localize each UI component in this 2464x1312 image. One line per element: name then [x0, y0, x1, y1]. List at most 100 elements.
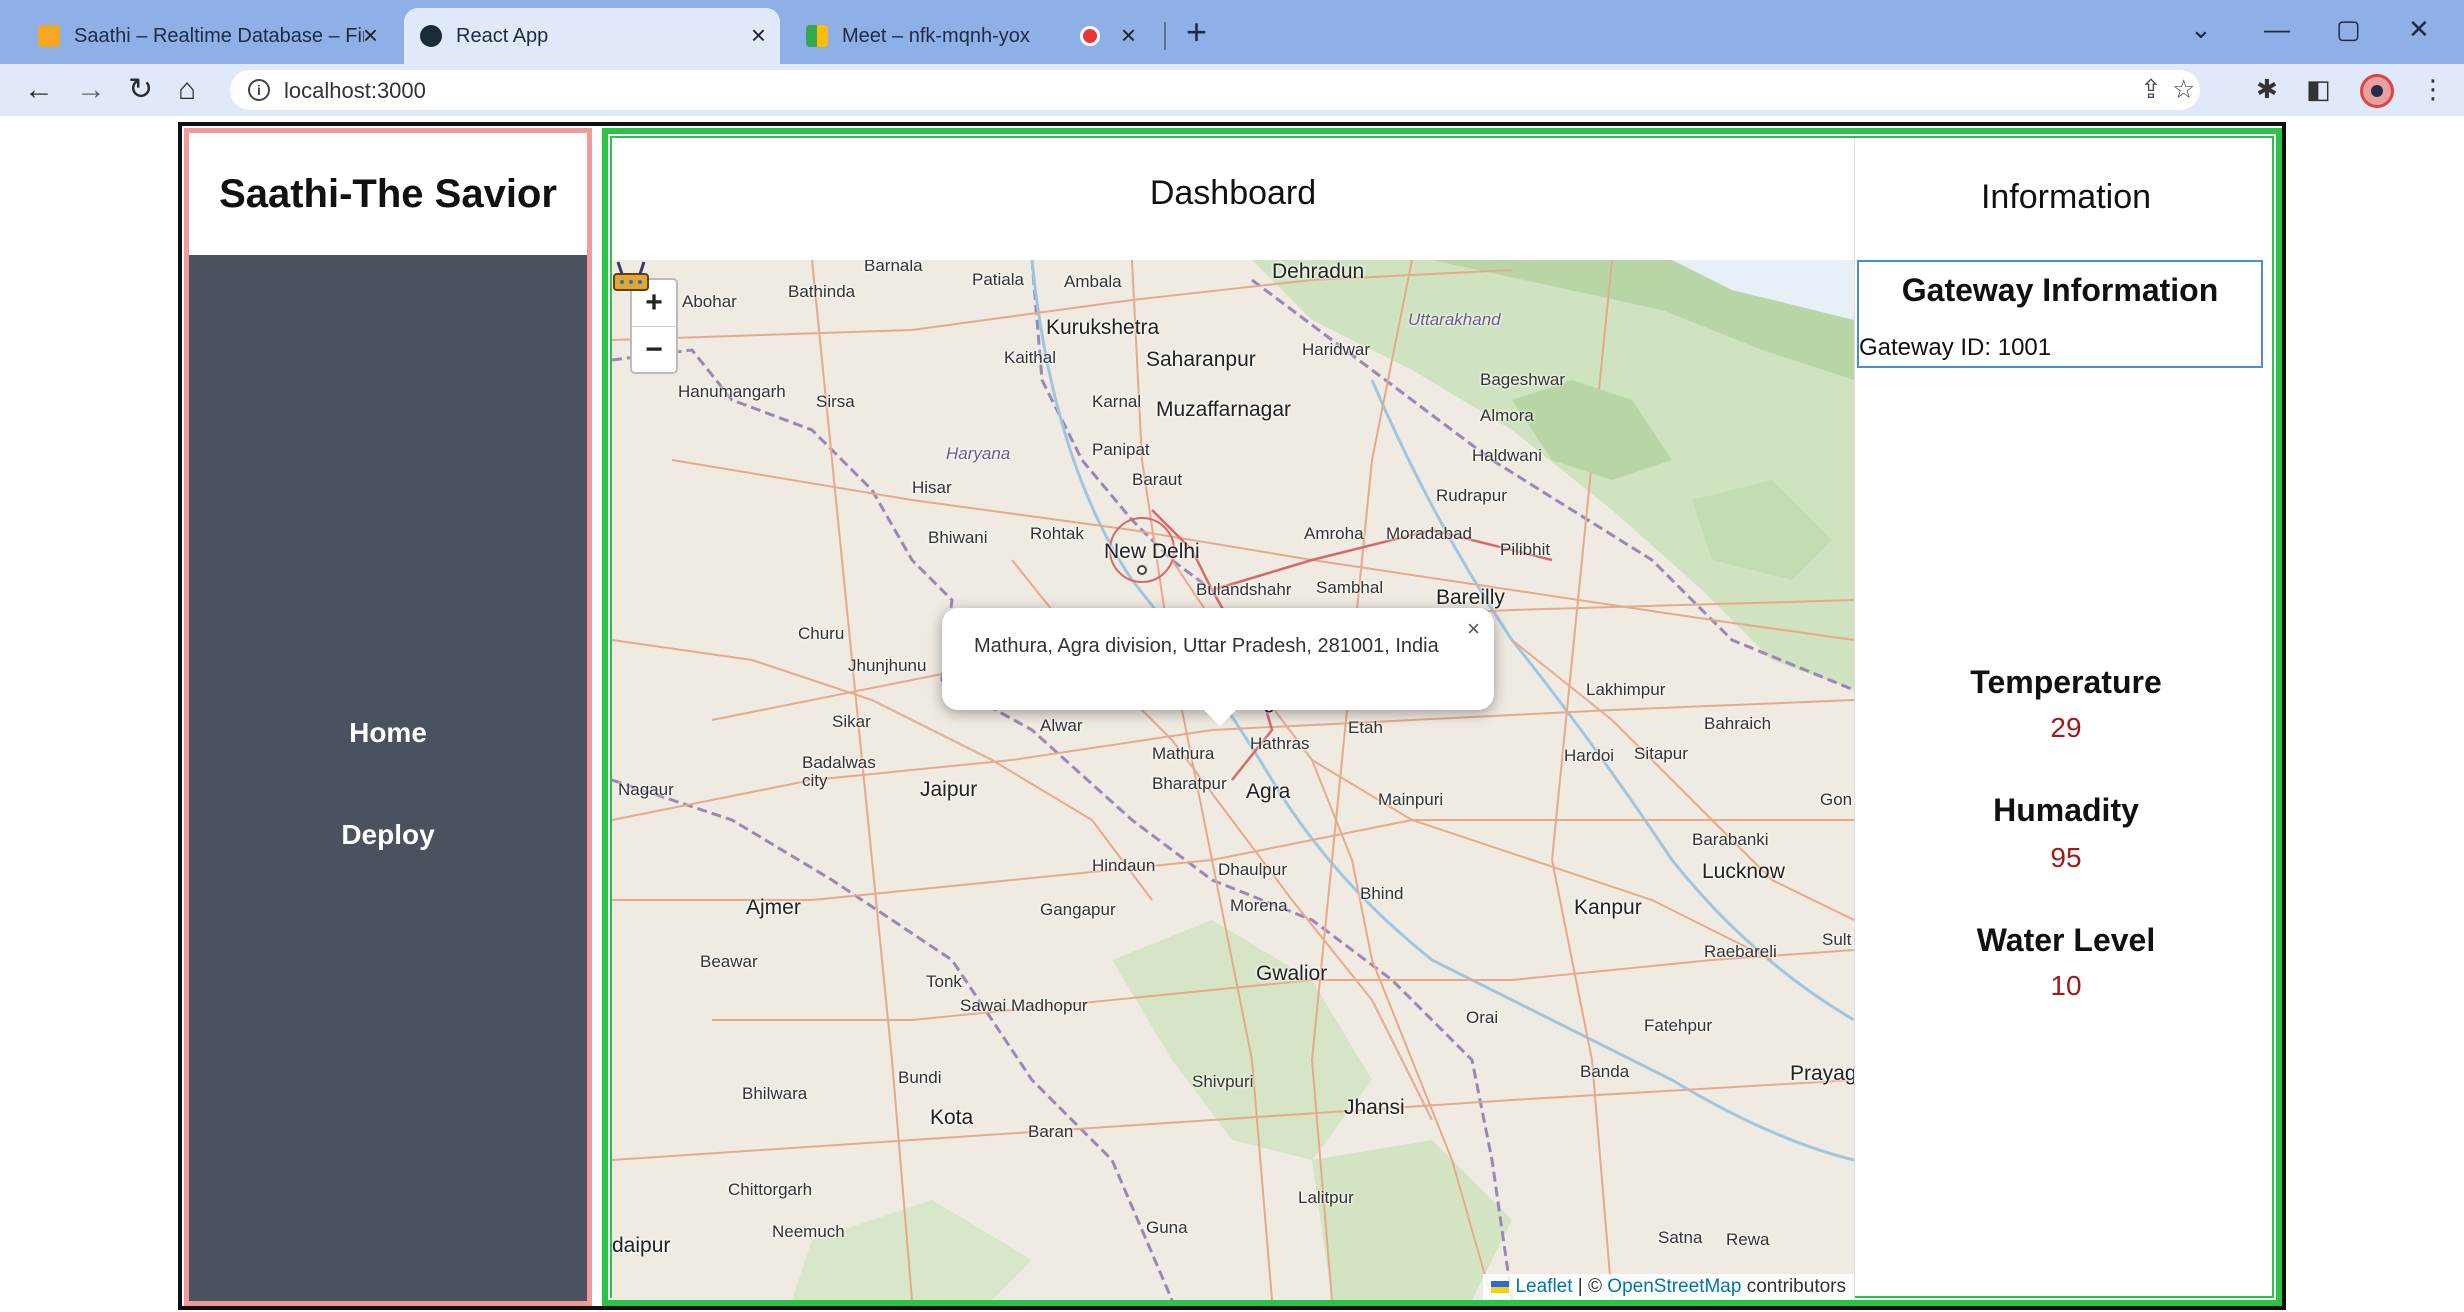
zoom-out-button[interactable]: − — [632, 326, 676, 372]
tab-meet[interactable]: Meet – nfk-mqnh-yox × — [790, 8, 1150, 64]
map-label: Sitapur — [1634, 744, 1688, 763]
menu-kebab-icon[interactable]: ⋮ — [2420, 74, 2446, 105]
map-label: Hisar — [912, 478, 952, 497]
sidebar-item-home[interactable]: Home — [189, 717, 587, 749]
react-icon — [420, 25, 442, 47]
map-label: Patiala — [972, 270, 1024, 289]
map-label: Hardoi — [1564, 746, 1615, 765]
map-label: Sirsa — [816, 392, 855, 411]
map-label: Mathura — [1152, 744, 1215, 763]
site-info-icon[interactable]: i — [248, 79, 270, 101]
brand-title: Saathi-The Savior — [189, 133, 587, 255]
map-label: Gon — [1820, 790, 1853, 809]
map-label: Lakhimpur — [1586, 680, 1666, 699]
map-label: Badalwas city — [802, 753, 876, 790]
close-icon[interactable]: × — [363, 22, 378, 48]
map-label: Bahraich — [1704, 714, 1772, 733]
leaflet-link[interactable]: Leaflet — [1515, 1276, 1572, 1297]
dashboard-title: Dashboard — [1149, 174, 1317, 212]
temperature-value: 29 — [2050, 712, 2082, 743]
new-tab-button[interactable]: + — [1186, 12, 1207, 52]
map-label: Guna — [1146, 1218, 1188, 1237]
map-label: Barnala — [864, 260, 923, 275]
tab-firebase[interactable]: Saathi – Realtime Database – Fire × — [22, 8, 392, 64]
back-icon[interactable]: ← — [24, 72, 54, 108]
maximize-icon[interactable]: ▢ — [2336, 14, 2361, 45]
gateway-marker-icon[interactable] — [612, 260, 650, 294]
browser-toolbar: ← → ↻ ⌂ i localhost:3000 ⇪ ☆ ✱ ◧ ⋮ — [0, 64, 2464, 116]
map-label: Kurukshetra — [1046, 316, 1160, 339]
map-label: Moradabad — [1386, 524, 1473, 543]
window-close-icon[interactable]: ✕ — [2408, 14, 2430, 45]
map-label: Prayagr — [1790, 1062, 1854, 1085]
location-popup: Mathura, Agra division, Uttar Pradesh, 2… — [942, 608, 1494, 726]
map-label: Rohtak — [1030, 524, 1084, 543]
map-label: Raebareli — [1704, 942, 1777, 961]
reload-icon[interactable]: ↻ — [128, 72, 153, 108]
map-label: Bhind — [1360, 884, 1404, 903]
map-label: Bareilly — [1436, 586, 1505, 609]
attribution-separator: | © — [1577, 1276, 1603, 1297]
map-label: Gangapur — [1040, 900, 1116, 919]
map-label: Morena — [1230, 896, 1288, 915]
map-label: Agra — [1246, 780, 1291, 803]
map-label: daipur — [612, 1234, 671, 1257]
popup-close-button[interactable]: × — [1467, 616, 1480, 642]
bookmark-star-icon[interactable]: ☆ — [2172, 74, 2195, 105]
gateway-info-card: Gateway Information Gateway ID: 1001 — [1857, 260, 2263, 368]
map-label: Muzaffarnagar — [1156, 398, 1292, 421]
openstreetmap-link[interactable]: OpenStreetMap — [1607, 1276, 1741, 1297]
home-icon[interactable]: ⌂ — [178, 72, 196, 108]
meet-icon — [806, 25, 828, 47]
tab-react-app[interactable]: React App × — [404, 8, 780, 64]
map-label: Ajmer — [746, 896, 801, 919]
extensions-icon[interactable]: ✱ — [2256, 74, 2278, 105]
close-icon[interactable]: × — [1121, 22, 1136, 48]
map-label: Bhilwara — [742, 1084, 808, 1103]
map-label: Alwar — [1040, 716, 1083, 735]
profile-avatar[interactable] — [2360, 74, 2394, 108]
humidity-label: Humadity — [1993, 792, 2139, 828]
close-icon[interactable]: × — [751, 22, 766, 48]
sidebar: Saathi-The Savior Home Deploy — [184, 128, 592, 1306]
map-label: Bhiwani — [928, 528, 988, 547]
water-level-label: Water Level — [1976, 922, 2156, 958]
gateway-id-value: 1001 — [1997, 334, 2052, 361]
map[interactable]: + − Barnala Patiala Ambala Dehradun Aboh… — [612, 260, 1854, 1300]
minimize-icon[interactable]: — — [2264, 14, 2290, 45]
map-label: Karnal — [1092, 392, 1142, 411]
map-label: Satna — [1658, 1228, 1703, 1247]
map-label: Neemuch — [772, 1222, 845, 1241]
map-label: Chittorgarh — [728, 1180, 813, 1199]
map-label: Sikar — [832, 712, 871, 731]
temperature-label: Temperature — [1970, 664, 2162, 700]
ukraine-flag-icon — [1491, 1280, 1510, 1293]
sidebar-item-deploy[interactable]: Deploy — [189, 819, 587, 851]
map-label: Haridwar — [1302, 340, 1371, 359]
map-label: Orai — [1466, 1008, 1499, 1027]
share-icon[interactable]: ⇪ — [2140, 74, 2162, 105]
address-bar[interactable]: i localhost:3000 ⇪ ☆ — [230, 70, 2200, 110]
map-label: Saharanpur — [1146, 348, 1256, 371]
forward-icon[interactable]: → — [76, 72, 106, 108]
water-level-value: 10 — [2050, 970, 2082, 1001]
side-panel-icon[interactable]: ◧ — [2306, 74, 2331, 105]
tab-title: Saathi – Realtime Database – Fire — [74, 24, 364, 47]
map-label: Amroha — [1304, 524, 1364, 543]
map-label: Hanumangarh — [678, 382, 786, 401]
browser-tabstrip: Saathi – Realtime Database – Fire × Reac… — [0, 0, 2464, 64]
map-label: Haldwani — [1472, 446, 1542, 465]
main-inner: Dashboard + − Barnala Patiala Ambala Deh… — [610, 136, 2276, 1300]
map-label: Panipat — [1092, 440, 1150, 459]
tab-search-icon[interactable]: ⌄ — [2190, 14, 2212, 45]
information-panel: Information Gateway Information Gateway … — [1854, 138, 2276, 1300]
map-label: Etah — [1348, 718, 1383, 737]
map-label: Kaithal — [1004, 348, 1056, 367]
tab-divider — [1164, 22, 1166, 50]
map-label: Baran — [1028, 1122, 1074, 1141]
map-label: Dhaulpur — [1218, 860, 1287, 879]
popup-address: Mathura, Agra division, Uttar Pradesh, 2… — [974, 635, 1439, 657]
map-label: Fatehpur — [1644, 1016, 1713, 1035]
map-label: Gwalior — [1256, 962, 1328, 985]
page-viewport: Saathi-The Savior Home Deploy Dashboard — [0, 116, 2464, 1312]
